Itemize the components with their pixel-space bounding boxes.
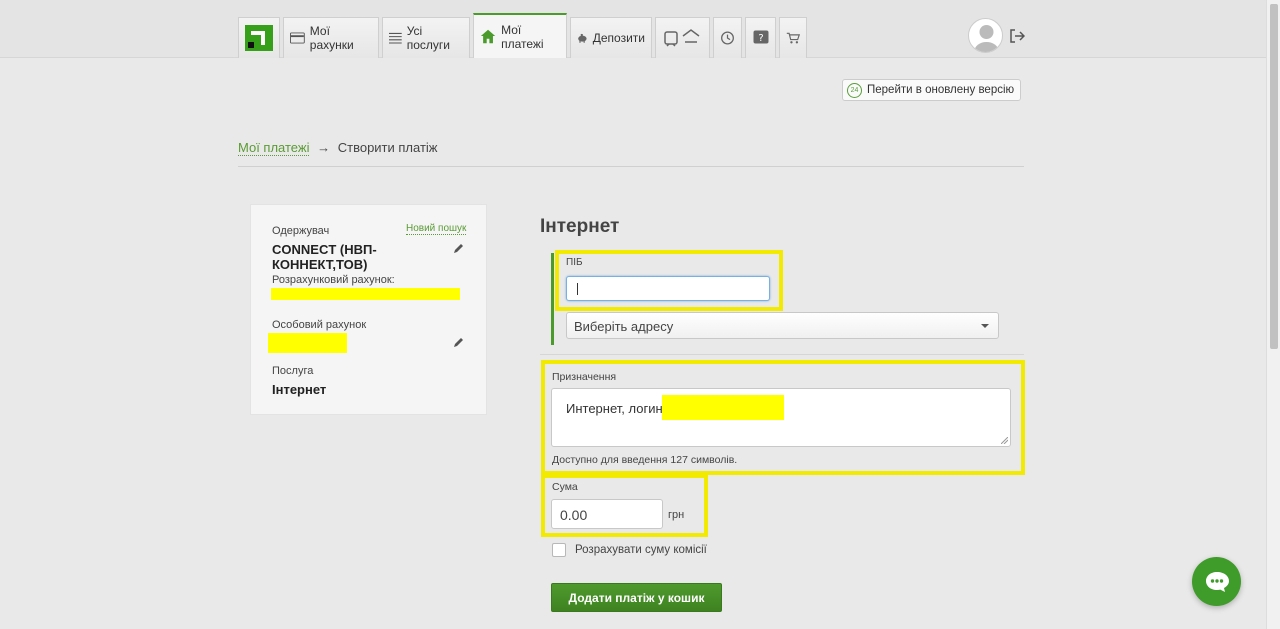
amount-input[interactable]: 0.00 [551,499,663,529]
commission-label: Розрахувати суму комісії [575,544,707,556]
purpose-text: Интернет, логин [566,401,663,416]
purpose-label: Призначення [552,371,617,383]
new-search-link[interactable]: Новий пошук [406,223,467,235]
chat-icon [1205,571,1229,592]
breadcrumb-current: Створити платіж [337,140,438,155]
separator [540,354,1024,355]
recipient-label: Одержувач [272,225,330,237]
new-version-button[interactable]: 24 Перейти в оновлену версію [842,79,1022,101]
purpose-textarea[interactable]: Интернет, логин [551,388,1011,447]
list-icon [389,32,402,44]
text-cursor [577,283,578,295]
tab-label: Мої платежі [501,22,544,51]
redacted-account [271,288,460,300]
chars-hint: Доступно для введення 127 символів. [552,454,738,466]
history-icon [721,31,734,45]
account-label: Розрахунковий рахунок: [272,274,395,286]
amount-label: Сума [552,481,578,493]
amount-value: 0.00 [560,507,588,523]
tab-deposits[interactable]: Депозити [570,17,652,58]
scrollbar[interactable] [1266,0,1280,629]
user-area [968,18,1025,53]
breadcrumb: Мої платежі → Створити платіж [238,140,438,156]
tab-cart[interactable] [779,17,807,58]
24-icon: 24 [847,82,862,98]
currency-label: грн [668,509,685,521]
help-icon: ? [753,30,768,44]
new-version-label: Перейти в оновлену версію [867,84,1015,96]
breadcrumb-arrow: → [317,140,331,155]
recipient-card: Одержувач Новий пошук CONNECT (НВП-КОННЕ… [250,204,487,415]
home-icon [480,29,496,44]
section-accent [551,253,554,345]
avatar[interactable] [968,18,1003,53]
tab-my-accounts[interactable]: Мої рахунки [283,17,379,58]
chevron-down-icon [981,324,989,328]
edit-account-icon[interactable] [453,336,465,348]
service-label: Послуга [272,365,314,377]
personal-account-label: Особовий рахунок [272,319,367,331]
privatbank-logo-icon [245,25,273,51]
main-nav: Мої рахунки Усі послуги Мої платежі Депо… [238,13,807,58]
top-bar: Мої рахунки Усі послуги Мої платежі Депо… [0,0,1266,58]
logout-icon[interactable] [1009,28,1025,44]
address-select[interactable]: Виберіть адресу [566,312,999,339]
bank-logo[interactable] [238,17,280,58]
add-to-cart-button[interactable]: Додати платіж у кошик [551,583,722,612]
divider [238,166,1024,167]
svg-text:?: ? [758,33,763,44]
address-select-value: Виберіть адресу [574,319,674,334]
tab-help[interactable]: ? [745,17,776,58]
tab-label: Усі послуги [406,24,450,52]
tab-label: Депозити [592,31,645,45]
tab-my-payments[interactable]: Мої платежі [473,13,567,58]
card-icon [290,32,305,44]
pib-label: ПІБ [566,257,583,268]
tab-label: Мої рахунки [309,24,354,52]
resize-handle-icon[interactable] [1001,437,1008,444]
commission-checkbox[interactable] [552,543,566,557]
tab-history[interactable] [713,17,742,58]
edit-recipient-icon[interactable] [453,242,465,254]
scrollbar-thumb[interactable] [1270,4,1278,349]
pib-input[interactable] [566,276,770,301]
breadcrumb-link-my-payments[interactable]: Мої платежі [238,140,310,156]
cart-icon [786,32,800,44]
redacted-login [662,395,784,420]
chat-button[interactable] [1192,557,1241,606]
form-title: Інтернет [540,216,620,237]
tab-all-services[interactable]: Усі послуги [382,17,470,58]
service-value: Інтернет [272,382,327,397]
tab-transport[interactable] [655,17,710,58]
recipient-name: CONNECT (НВП-КОННЕКТ,ТОВ) [272,242,377,272]
transport-icon [663,29,699,47]
redacted-personal-account [268,333,347,353]
piggy-bank-icon [578,33,587,43]
